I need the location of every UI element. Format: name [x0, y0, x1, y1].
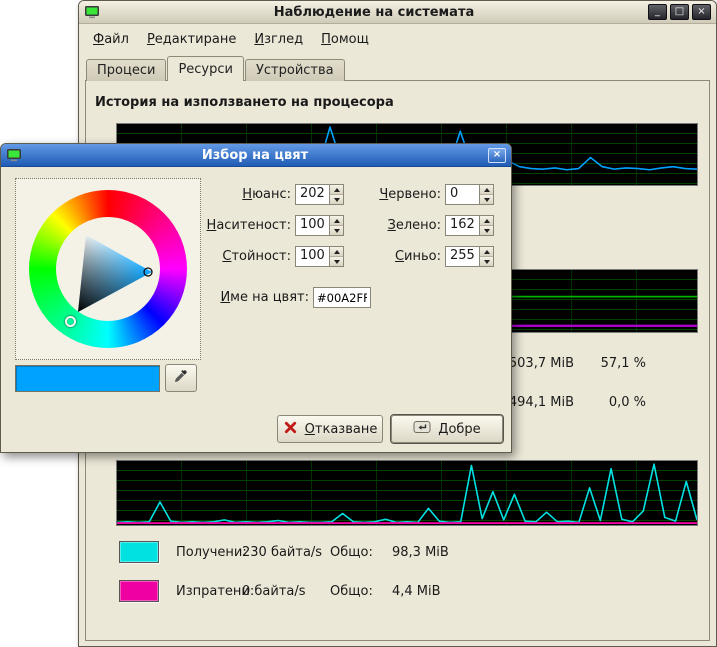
- green-value[interactable]: 162: [445, 215, 479, 236]
- hue-spin-down[interactable]: [330, 194, 343, 204]
- sent-color-swatch[interactable]: [119, 580, 159, 602]
- green-label: Зелено:: [355, 218, 441, 233]
- cpu-history-title: История на използването на процесора: [95, 95, 394, 110]
- arrow-down-icon: [484, 260, 490, 264]
- arrow-up-icon: [484, 250, 490, 254]
- saturation-spinbox: 100: [295, 215, 344, 236]
- saturation-spin-up[interactable]: [330, 216, 343, 225]
- menu-view[interactable]: Изглед: [245, 28, 312, 51]
- network-history-chart: [116, 460, 698, 526]
- red-spin-down[interactable]: [480, 194, 493, 204]
- cancel-button-label: Отказване: [305, 422, 378, 437]
- color-picker-dialog: Избор на цвят × Нюанс:: [0, 143, 512, 453]
- arrow-down-icon: [334, 229, 340, 233]
- hue-spinbox: 202: [295, 184, 344, 205]
- value-value[interactable]: 100: [295, 246, 329, 267]
- ok-button-label: Добре: [438, 422, 480, 437]
- network-sent-legend: Изпратени: 0 байта/s Общо: 4,4 MiB: [119, 579, 441, 603]
- dialog-title: Избор на цвят: [27, 148, 483, 163]
- blue-spin-down[interactable]: [480, 256, 493, 266]
- hue-label: Нюанс:: [205, 187, 291, 202]
- ok-enter-key-icon: [413, 420, 431, 438]
- swap-used-percent: 0,0 %: [584, 395, 646, 410]
- arrow-up-icon: [484, 219, 490, 223]
- close-button[interactable]: ×: [692, 4, 711, 20]
- value-spin-down[interactable]: [330, 256, 343, 266]
- saturation-label: Наситеност:: [205, 218, 291, 233]
- hue-ring[interactable]: [29, 190, 187, 348]
- window-controls: _ □ ×: [648, 4, 711, 20]
- arrow-up-icon: [334, 188, 340, 192]
- received-color-swatch[interactable]: [119, 541, 159, 563]
- network-received-legend: Получени: 230 байта/s Общо: 98,3 MiB: [119, 540, 449, 564]
- value-spin-up[interactable]: [330, 247, 343, 256]
- color-name-label: Име на цвят:: [205, 290, 309, 305]
- arrow-down-icon: [334, 198, 340, 202]
- received-label: Получени:: [176, 545, 242, 560]
- green-spin-down[interactable]: [480, 225, 493, 235]
- value-spinbox: 100: [295, 246, 344, 267]
- saturation-value-triangle[interactable]: [56, 217, 160, 321]
- cancel-icon: [283, 420, 298, 439]
- green-spin-up[interactable]: [480, 216, 493, 225]
- red-label: Червено:: [355, 187, 441, 202]
- desktop: { "main_window": { "title": "Наблюдение …: [0, 0, 717, 647]
- main-window-title: Наблюдение на системата: [105, 5, 643, 20]
- color-name-input[interactable]: [313, 287, 371, 308]
- arrow-down-icon: [484, 198, 490, 202]
- hue-spin-up[interactable]: [330, 185, 343, 194]
- main-window-titlebar[interactable]: Наблюдение на системата _ □ ×: [79, 1, 716, 24]
- sent-label: Изпратени:: [176, 584, 242, 599]
- tab-resources[interactable]: Ресурси: [167, 56, 244, 81]
- dialog-close-button[interactable]: ×: [488, 148, 506, 163]
- hue-value[interactable]: 202: [295, 184, 329, 205]
- dialog-titlebar[interactable]: Избор на цвят ×: [1, 144, 511, 167]
- color-wheel-area[interactable]: [15, 178, 201, 360]
- arrow-up-icon: [484, 188, 490, 192]
- blue-spinbox: 255: [445, 246, 494, 267]
- received-rate: 230 байта/s: [242, 545, 330, 560]
- eyedropper-icon: [173, 368, 189, 388]
- sent-total-label: Общо:: [330, 584, 392, 599]
- green-spinbox: 162: [445, 215, 494, 236]
- red-spin-up[interactable]: [480, 185, 493, 194]
- color-preview-swatch: [15, 365, 160, 392]
- memory-used-percent: 57,1 %: [584, 356, 646, 371]
- arrow-up-icon: [334, 219, 340, 223]
- sent-rate: 0 байта/s: [242, 584, 330, 599]
- arrow-down-icon: [484, 229, 490, 233]
- blue-value[interactable]: 255: [445, 246, 479, 267]
- menu-file[interactable]: Файл: [84, 28, 138, 51]
- received-total: 98,3 MiB: [392, 545, 449, 560]
- sent-total: 4,4 MiB: [392, 584, 441, 599]
- value-label: Стойност:: [205, 249, 291, 264]
- menu-edit[interactable]: Редактиране: [138, 28, 245, 51]
- arrow-down-icon: [334, 260, 340, 264]
- minimize-button[interactable]: _: [648, 4, 667, 20]
- menu-help[interactable]: Помощ: [312, 28, 378, 51]
- saturation-spin-down[interactable]: [330, 225, 343, 235]
- cancel-button[interactable]: Отказване: [277, 415, 383, 443]
- dialog-app-icon: [6, 147, 22, 163]
- arrow-up-icon: [334, 250, 340, 254]
- tab-processes[interactable]: Процеси: [86, 59, 166, 81]
- saturation-value[interactable]: 100: [295, 215, 329, 236]
- maximize-button[interactable]: □: [670, 4, 689, 20]
- tab-devices[interactable]: Устройства: [245, 59, 345, 81]
- ok-button[interactable]: Добре: [391, 415, 503, 443]
- menubar: Файл Редактиране Изглед Помощ: [84, 26, 378, 52]
- red-spinbox: 0: [445, 184, 494, 205]
- received-total-label: Общо:: [330, 545, 392, 560]
- app-icon: [84, 4, 100, 20]
- red-value[interactable]: 0: [445, 184, 479, 205]
- blue-label: Синьо:: [355, 249, 441, 264]
- hue-marker[interactable]: [65, 316, 76, 327]
- blue-spin-up[interactable]: [480, 247, 493, 256]
- eyedropper-button[interactable]: [165, 364, 197, 392]
- notebook-tabs: Процеси Ресурси Устройства: [86, 56, 346, 81]
